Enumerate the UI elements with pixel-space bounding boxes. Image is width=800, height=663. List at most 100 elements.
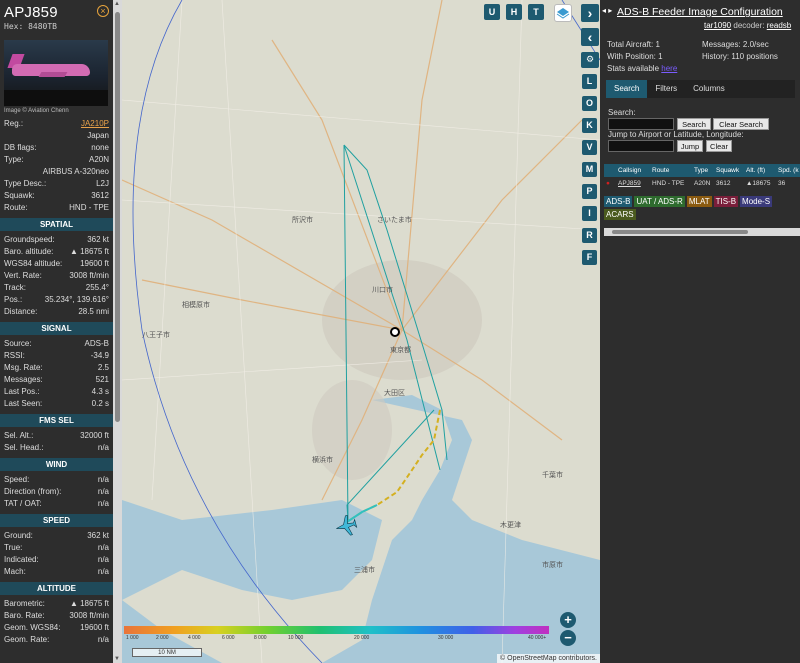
page-title[interactable]: ADS-B Feeder Image Configuration [617, 6, 783, 18]
map-button-u[interactable]: U [484, 4, 500, 20]
info-value: L2J [96, 179, 109, 188]
map-button-k[interactable]: K [582, 118, 597, 133]
altitude-row: Baro. Rate: 3008 ft/min [4, 610, 109, 622]
column-header[interactable]: Spd. (k [776, 164, 800, 177]
table-row[interactable]: ● APJ859 HND - TPE A20N 3612 ▲18675 36 [604, 177, 800, 190]
speed-row: Indicated: n/a [4, 554, 109, 566]
aircraft-hex: Hex: 8480TB [4, 22, 57, 31]
column-header[interactable]: Alt. (ft) [744, 164, 776, 177]
wind-row: TAT / OAT: n/a [4, 498, 109, 510]
signal-value: 4.3 s [91, 387, 109, 396]
map-button-v[interactable]: V [582, 140, 597, 155]
map-button-h[interactable]: H [506, 4, 522, 20]
search-input[interactable] [608, 118, 674, 130]
colorbar-label: 30 000 [438, 635, 454, 641]
map-button-m[interactable]: M [582, 162, 597, 177]
table-cell: ▲18675 [746, 180, 771, 187]
close-icon[interactable]: × [97, 5, 109, 17]
collapse-panel-icon[interactable]: ‹ [581, 28, 599, 46]
info-value: A20N [88, 155, 109, 164]
zoom-out-button[interactable]: − [560, 630, 576, 646]
place-label: 市原市 [542, 562, 563, 569]
signal-row: Last Pos.: 4.3 s [4, 386, 109, 398]
info-value[interactable]: JA210P [81, 118, 109, 130]
tab-filters[interactable]: Filters [647, 80, 685, 98]
signal-rows: Source: ADS-B RSSI: -34.9 Msg. Rate: 2.5 Messa… [0, 338, 113, 410]
decoder-link[interactable]: readsb [767, 21, 791, 30]
jump-label: Jump to Airport or Latitude, Longitude: [608, 130, 744, 139]
map-button-p[interactable]: P [582, 184, 597, 199]
settings-icon[interactable]: ⚙ [581, 52, 599, 68]
panel-tabs: Search Filters Columns [606, 80, 795, 98]
map-button-f[interactable]: F [582, 250, 597, 265]
table-scroll-thumb[interactable] [612, 230, 748, 234]
signal-label: Source: [4, 339, 32, 348]
info-row: Type: A20N [4, 154, 109, 166]
table-header: Callsign Route Type Squawk Alt. (ft) Spd. (k [604, 164, 800, 177]
flag-icon: ● [606, 180, 610, 187]
column-header[interactable] [604, 164, 616, 177]
signal-label: Last Seen: [4, 399, 43, 408]
speed-label: Mach: [4, 567, 26, 576]
sidebar-scroll-thumb[interactable] [115, 12, 120, 422]
layers-icon[interactable] [554, 4, 572, 22]
spatial-label: Track: [4, 283, 26, 292]
expand-panel-icon[interactable]: › [581, 4, 599, 22]
place-label: 相模原市 [182, 302, 210, 309]
place-label: 八王子市 [142, 332, 170, 339]
aircraft-photo[interactable] [4, 40, 108, 106]
info-label: Type: [4, 155, 24, 164]
jump-button[interactable]: Jump [677, 140, 703, 152]
wind-value: n/a [97, 487, 109, 496]
spatial-value: 3008 ft/min [69, 271, 109, 280]
clear-button[interactable]: Clear [706, 140, 732, 152]
spatial-label: WGS84 altitude: [4, 259, 63, 268]
wind-label: Direction (from): [4, 487, 62, 496]
altitude-value: n/a [97, 635, 109, 644]
section-spatial: SPATIAL [0, 218, 113, 231]
speed-value: n/a [97, 555, 109, 564]
column-header[interactable]: Route [650, 164, 692, 177]
zoom-in-button[interactable]: + [560, 612, 576, 628]
info-row: Type Desc.: L2J [4, 178, 109, 190]
place-label: 大田区 [384, 390, 405, 397]
receiver-link[interactable]: tar1090 [704, 21, 731, 30]
search-label: Search: [608, 108, 636, 117]
tab-columns[interactable]: Columns [685, 80, 733, 98]
scroll-down-icon[interactable]: ▼ [114, 656, 120, 662]
table-cell: 3612 [716, 180, 731, 187]
wind-value: n/a [97, 499, 109, 508]
map-button-t[interactable]: T [528, 4, 544, 20]
map-attribution: © OpenStreetMap contributors. [497, 654, 600, 663]
signal-row: Messages: 521 [4, 374, 109, 386]
colorbar-label: 40 000+ [528, 635, 547, 641]
clear-search-button[interactable]: Clear Search [713, 118, 769, 130]
map-button-l[interactable]: L [582, 74, 597, 89]
section-fms-sel: FMS SEL [0, 414, 113, 427]
map-canvas [122, 0, 600, 663]
sidebar-scrollbar[interactable]: ▲ ▼ [113, 0, 122, 663]
info-row: DB flags: none [4, 142, 109, 154]
place-label: 川口市 [372, 287, 393, 294]
info-label: Route: [4, 203, 28, 212]
aircraft-info-rows: Reg.: JA210P Japan DB flags: none Type: A20N AI… [0, 118, 113, 214]
column-header[interactable]: Callsign [616, 164, 650, 177]
decoder-label: decoder: [733, 21, 765, 30]
map-view[interactable]: 川口市 東京都 大田区 横浜市 千葉市 市原市 木更津 三浦市 相模原市 八王子市 所沢市 さいたま市… [122, 0, 600, 663]
jump-input[interactable] [608, 140, 674, 152]
table-horizontal-scrollbar[interactable] [604, 228, 800, 236]
search-button[interactable]: Search [677, 118, 711, 130]
scroll-up-icon[interactable]: ▲ [114, 1, 120, 7]
speed-rows: Ground: 362 kt True: n/a Indicated: n/a Mach: n… [0, 530, 113, 578]
stats-link[interactable]: here [661, 64, 677, 73]
signal-row: Msg. Rate: 2.5 [4, 362, 109, 374]
map-button-i[interactable]: I [582, 206, 597, 221]
column-header[interactable]: Squawk [714, 164, 744, 177]
spatial-label: Distance: [4, 307, 38, 316]
column-header[interactable]: Type [692, 164, 714, 177]
panel-arrows-icon[interactable]: ◂ ▸ [602, 6, 612, 15]
map-button-o[interactable]: O [582, 96, 597, 111]
tab-search[interactable]: Search [606, 80, 648, 98]
map-button-r[interactable]: R [582, 228, 597, 243]
info-row: Route: HND - TPE [4, 202, 109, 214]
